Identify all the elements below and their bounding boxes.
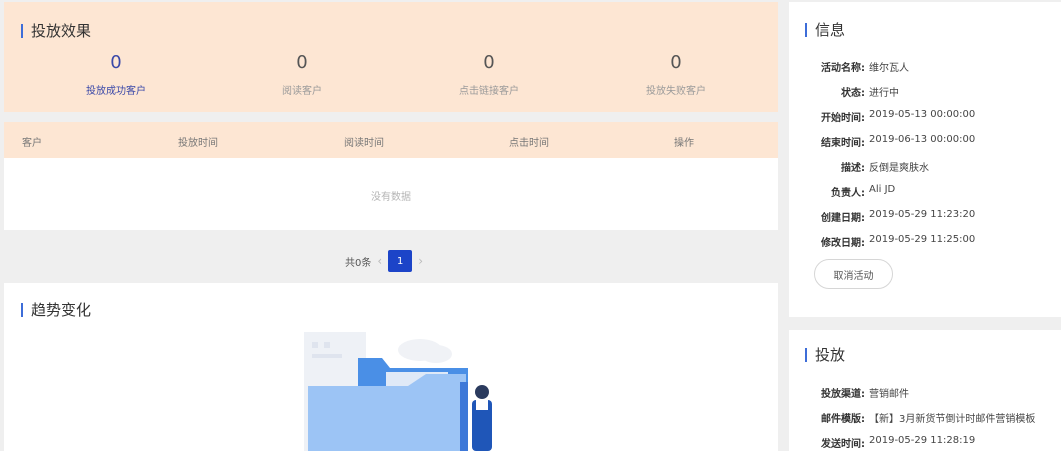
delivery-panel: 投放 投放渠道: 营销邮件 邮件模版: 【新】3月新货节倒计时邮件营销模板 发送… bbox=[789, 330, 1061, 451]
info-key: 修改日期: bbox=[821, 238, 865, 249]
info-panel: 信息 活动名称: 维尔瓦人 状态: 进行中 开始时间: 2019-05-13 0… bbox=[789, 2, 1061, 317]
info-row-modified: 修改日期: 2019-05-29 11:25:00 bbox=[789, 234, 975, 249]
stat-success-label: 投放成功客户 bbox=[86, 86, 146, 97]
stat-failed-value: 0 bbox=[670, 52, 682, 73]
info-value: 反倒是爽肤水 bbox=[869, 163, 929, 174]
delivery-value: 2019-05-29 11:28:19 bbox=[869, 435, 976, 446]
empty-state-text: 没有数据 bbox=[371, 192, 411, 203]
pagination: 共0条 ‹ 1 › bbox=[345, 250, 429, 272]
info-value: 维尔瓦人 bbox=[869, 63, 909, 74]
info-row-owner: 负责人: Ali JD bbox=[789, 184, 895, 199]
info-value: 2019-06-13 00:00:00 bbox=[869, 134, 976, 145]
stat-click-label: 点击链接客户 bbox=[459, 86, 519, 97]
table-header: 客户 投放时间 阅读时间 点击时间 操作 bbox=[4, 122, 778, 158]
info-key: 创建日期: bbox=[821, 213, 865, 224]
delivery-row-template: 邮件模版: 【新】3月新货节倒计时邮件营销模板 bbox=[789, 410, 1035, 425]
info-key: 描述: bbox=[841, 163, 865, 174]
info-value: 2019-05-29 11:25:00 bbox=[869, 234, 976, 245]
info-row-status: 状态: 进行中 bbox=[789, 84, 899, 99]
stat-failed-label: 投放失败客户 bbox=[646, 86, 706, 97]
delivery-title: 投放 bbox=[805, 348, 845, 363]
empty-folder-illustration bbox=[304, 332, 492, 451]
column-read-time[interactable]: 阅读时间 bbox=[344, 134, 384, 149]
column-actions: 操作 bbox=[674, 138, 694, 149]
stat-success: 0 投放成功客户 bbox=[36, 52, 196, 97]
stat-read-label: 阅读客户 bbox=[282, 86, 322, 97]
trend-panel: 趋势变化 bbox=[4, 283, 778, 451]
info-key: 负责人: bbox=[831, 188, 865, 199]
column-customer[interactable]: 客户 bbox=[22, 134, 42, 149]
delivery-key: 邮件模版: bbox=[821, 414, 865, 425]
stat-failed: 0 投放失败客户 bbox=[596, 52, 756, 97]
customer-table: 客户 投放时间 阅读时间 点击时间 操作 没有数据 bbox=[4, 122, 778, 230]
delivery-value: 【新】3月新货节倒计时邮件营销模板 bbox=[869, 414, 1036, 425]
info-key: 活动名称: bbox=[821, 63, 865, 74]
effect-title: 投放效果 bbox=[21, 24, 91, 39]
info-row-name: 活动名称: 维尔瓦人 bbox=[789, 59, 909, 74]
stat-click-value: 0 bbox=[483, 52, 495, 73]
info-value: 2019-05-29 11:23:20 bbox=[869, 209, 976, 220]
info-row-created: 创建日期: 2019-05-29 11:23:20 bbox=[789, 209, 975, 224]
stat-click: 0 点击链接客户 bbox=[409, 52, 569, 97]
info-key: 结束时间: bbox=[821, 138, 865, 149]
info-key: 状态: bbox=[841, 88, 865, 99]
info-row-start-time: 开始时间: 2019-05-13 00:00:00 bbox=[789, 109, 975, 124]
delivery-value: 营销邮件 bbox=[869, 389, 909, 400]
stat-success-value: 0 bbox=[110, 52, 122, 73]
stat-read-value: 0 bbox=[296, 52, 308, 73]
column-send-time[interactable]: 投放时间 bbox=[178, 134, 218, 149]
stat-read: 0 阅读客户 bbox=[222, 52, 382, 97]
info-value: 进行中 bbox=[869, 88, 899, 99]
delivery-key: 投放渠道: bbox=[821, 389, 865, 400]
info-value: 2019-05-13 00:00:00 bbox=[869, 109, 976, 120]
info-key: 开始时间: bbox=[821, 113, 865, 124]
info-title: 信息 bbox=[805, 23, 845, 38]
page-button-1[interactable]: 1 bbox=[388, 250, 413, 272]
column-click-time[interactable]: 点击时间 bbox=[509, 134, 549, 149]
info-value: Ali JD bbox=[869, 184, 896, 195]
cancel-activity-button[interactable]: 取消活动 bbox=[814, 259, 893, 289]
effect-panel: 投放效果 0 投放成功客户 0 阅读客户 0 点击链接客户 0 投放失败客户 bbox=[4, 2, 778, 112]
chevron-right-icon[interactable]: › bbox=[418, 254, 423, 268]
delivery-row-channel: 投放渠道: 营销邮件 bbox=[789, 385, 909, 400]
delivery-key: 发送时间: bbox=[821, 439, 865, 450]
info-row-description: 描述: 反倒是爽肤水 bbox=[789, 159, 929, 174]
pagination-total: 共0条 bbox=[345, 257, 372, 269]
chevron-left-icon[interactable]: ‹ bbox=[377, 254, 382, 268]
trend-title: 趋势变化 bbox=[21, 303, 91, 318]
delivery-row-send-time: 发送时间: 2019-05-29 11:28:19 bbox=[789, 435, 975, 450]
info-row-end-time: 结束时间: 2019-06-13 00:00:00 bbox=[789, 134, 975, 149]
